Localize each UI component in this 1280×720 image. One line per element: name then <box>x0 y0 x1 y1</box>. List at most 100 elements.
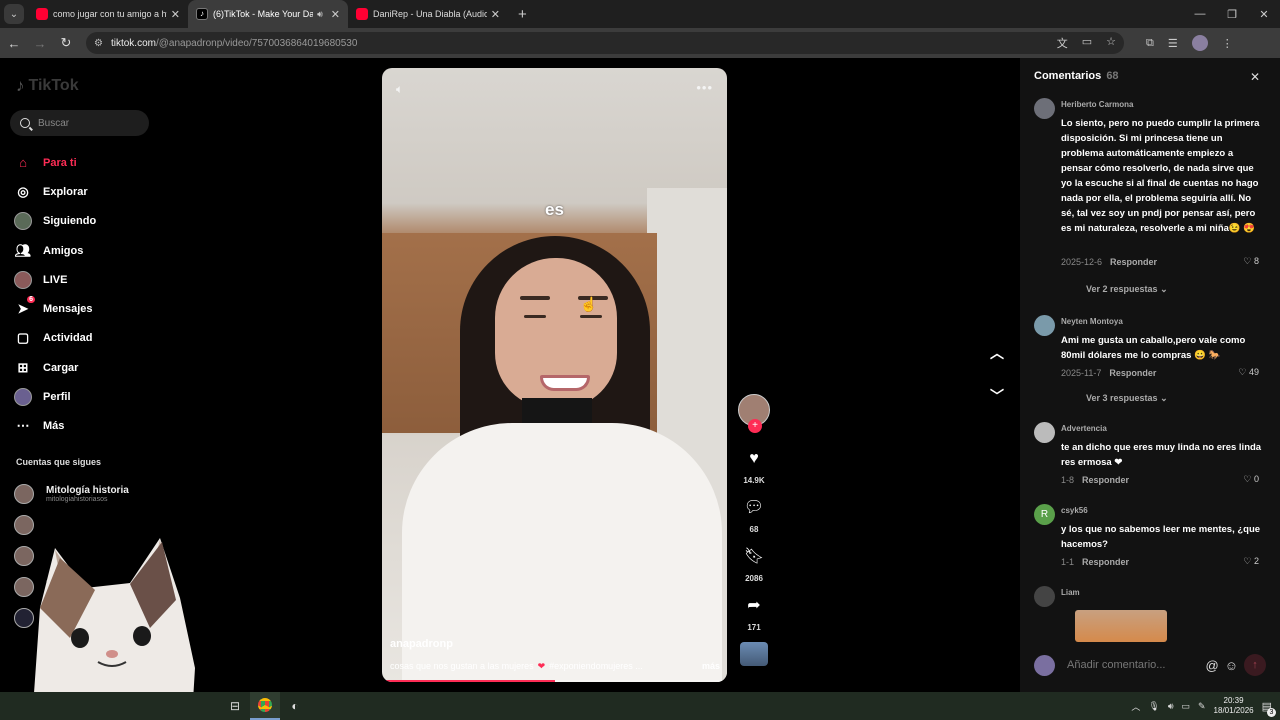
video-player[interactable]: 🔈︎ ••• es anapadronp cosas que nos gusta… <box>382 68 727 682</box>
tray-chevron-icon[interactable]: ︿ <box>1131 700 1140 713</box>
restore-button[interactable]: ❐ <box>1216 8 1248 21</box>
sidebar-item-perfil[interactable]: Perfil <box>14 382 96 411</box>
mention-icon[interactable]: @ <box>1206 658 1219 673</box>
tab-youtube-2[interactable]: DaniRep - Una Diabla (Audio O ✕ <box>348 0 508 28</box>
comment-like-button[interactable]: ♡ 2 <box>1243 556 1259 567</box>
chrome-taskbar-icon[interactable] <box>250 692 280 720</box>
comment-user[interactable]: Liam <box>1061 588 1080 597</box>
comments-count: 68 <box>749 525 759 534</box>
close-window-button[interactable]: ✕ <box>1248 8 1280 21</box>
previous-video-button[interactable]: ︿ <box>986 343 1008 365</box>
sidebar-item-mas[interactable]: ⋯ Más <box>14 412 96 441</box>
speaker-icon[interactable]: 🔊︎ <box>317 9 323 20</box>
share-action[interactable]: ➦ 171 <box>747 595 760 632</box>
avatar[interactable] <box>1034 422 1055 443</box>
comment-like-button[interactable]: ♡ 49 <box>1238 367 1259 378</box>
bookmark-star-icon[interactable]: ☆ <box>1106 35 1116 51</box>
hashtag-link[interactable]: #exponiendomujeres ... <box>549 661 643 672</box>
back-button[interactable]: ← <box>2 36 26 51</box>
comment-image[interactable] <box>1075 610 1167 642</box>
compass-icon: ◎ <box>17 183 29 199</box>
clock[interactable]: 20:39 18/01/2026 <box>1214 696 1254 716</box>
pen-icon[interactable]: ✎ <box>1198 701 1206 712</box>
send-button[interactable]: ↑ <box>1244 654 1266 676</box>
avatar[interactable] <box>1034 98 1055 119</box>
comment-like-button[interactable]: ♡ 0 <box>1243 474 1259 485</box>
music-disc[interactable] <box>740 642 768 666</box>
reply-button[interactable]: Responder <box>1110 257 1157 267</box>
sidebar-item-actividad[interactable]: ▢ Actividad <box>14 324 96 353</box>
like-action[interactable]: ♥ 14.9K <box>743 448 764 485</box>
sidebar-item-explorar[interactable]: ◎ Explorar <box>14 177 96 206</box>
reply-button[interactable]: Responder <box>1109 368 1156 378</box>
tiktok-logo[interactable]: ♪ TikTok <box>16 76 79 96</box>
follow-plus-icon[interactable]: + <box>748 419 762 433</box>
reload-button[interactable]: ↻ <box>54 35 78 51</box>
following-handle: mitologiahistoriasos <box>46 495 108 503</box>
reading-list-icon[interactable]: ☰ <box>1168 37 1178 50</box>
taskbar-search-area[interactable] <box>0 692 220 720</box>
sidebar-item-amigos[interactable]: 👥︎ Amigos <box>14 236 96 265</box>
cast-icon[interactable]: ▭ <box>1082 35 1092 51</box>
search-input[interactable]: Buscar <box>10 110 149 136</box>
avatar[interactable]: R <box>1034 504 1055 525</box>
comment-meta: 1-8 Responder ♡ 0 <box>1061 474 1259 485</box>
comments-panel: Comentarios 68 ✕ Heriberto Carmona Lo si… <box>1020 58 1280 692</box>
extensions-icon[interactable]: ⧉ <box>1146 37 1154 50</box>
comment-input[interactable]: Añadir comentario... <box>1067 659 1206 671</box>
emoji-icon[interactable]: ☺ <box>1225 658 1238 673</box>
more-options-icon[interactable]: ••• <box>696 80 713 95</box>
close-icon[interactable]: ✕ <box>1250 70 1260 84</box>
video-brow <box>520 296 550 300</box>
tab-search-button[interactable]: ⌄ <box>4 4 24 24</box>
comment-like-button[interactable]: ♡ 8 <box>1243 256 1259 267</box>
close-tab-icon[interactable]: ✕ <box>171 8 180 21</box>
comment-user[interactable]: Neyten Montoya <box>1061 317 1123 326</box>
close-tab-icon[interactable]: ✕ <box>491 8 500 21</box>
close-tab-icon[interactable]: ✕ <box>331 8 340 21</box>
sidebar-item-mensajes[interactable]: ➤ 6 Mensajes <box>14 294 96 323</box>
minimize-button[interactable]: — <box>1184 8 1216 20</box>
notification-icon[interactable]: ▤ 3 <box>1262 700 1276 717</box>
reply-button[interactable]: Responder <box>1082 475 1129 485</box>
system-tray: ︿ 🎙︎ 🔊︎ ▭ ✎ 20:39 18/01/2026 ▤ 3 <box>1131 696 1276 717</box>
volume-tray-icon[interactable]: 🔊︎ <box>1168 701 1174 712</box>
comment-user[interactable]: csyk56 <box>1061 506 1088 515</box>
description-text: cosas que nos gustan a las mujeres <box>390 661 534 671</box>
new-tab-button[interactable]: + <box>518 6 527 23</box>
comment-user[interactable]: Heriberto Carmona <box>1061 100 1133 109</box>
profile-avatar[interactable] <box>1191 35 1208 51</box>
comment-user[interactable]: Advertencia <box>1061 424 1107 433</box>
video-author[interactable]: anapadronp <box>390 638 453 650</box>
site-info-icon[interactable]: ⚙ <box>94 38 103 49</box>
view-replies-button[interactable]: Ver 3 respuestas ⌄ <box>1086 393 1168 404</box>
reply-button[interactable]: Responder <box>1082 557 1129 567</box>
avatar <box>14 483 34 504</box>
save-action[interactable]: 🔖︎ 2086 <box>744 546 764 583</box>
sidebar-item-live[interactable]: LIVE <box>14 265 96 294</box>
view-replies-button[interactable]: Ver 2 respuestas ⌄ <box>1086 284 1168 295</box>
microphone-icon[interactable]: 🎙︎ <box>1148 701 1159 712</box>
network-icon[interactable]: ▭ <box>1181 701 1190 712</box>
translate-icon[interactable]: 文 <box>1057 35 1068 51</box>
avatar[interactable] <box>1034 586 1055 607</box>
sidebar-item-para-ti[interactable]: ⌂ Para ti <box>14 148 96 177</box>
address-bar[interactable]: ⚙ tiktok.com /@anapadronp/video/75700368… <box>86 32 1124 54</box>
following-item[interactable]: Mitología historia mitologiahistoriasos <box>14 478 129 509</box>
app-taskbar-icon[interactable]: ◐ <box>280 692 310 720</box>
more-button[interactable]: más <box>702 661 720 672</box>
forward-button[interactable]: → <box>28 36 52 51</box>
tab-tiktok[interactable]: ♪ (6)TikTok - Make Your Day 🔊︎ ✕ <box>188 0 348 28</box>
sidebar-item-siguiendo[interactable]: Siguiendo <box>14 207 96 236</box>
comment-action[interactable]: 💬︎ 68 <box>744 497 764 534</box>
avatar[interactable] <box>1034 315 1055 336</box>
menu-dots-icon[interactable]: ⋮ <box>1222 37 1233 50</box>
volume-icon[interactable]: 🔈︎ <box>396 82 403 97</box>
url-path: /@anapadronp/video/7570036864019680530 <box>155 37 358 49</box>
task-view-icon[interactable]: ⊟ <box>220 692 250 720</box>
sidebar-item-cargar[interactable]: ⊞ Cargar <box>14 353 96 382</box>
author-avatar[interactable]: + <box>738 394 770 433</box>
next-video-button[interactable]: ﹀ <box>986 386 1008 408</box>
tab-youtube-1[interactable]: como jugar con tu amigo a hyt ✕ <box>28 0 188 28</box>
video-progress-bar[interactable] <box>382 680 727 682</box>
